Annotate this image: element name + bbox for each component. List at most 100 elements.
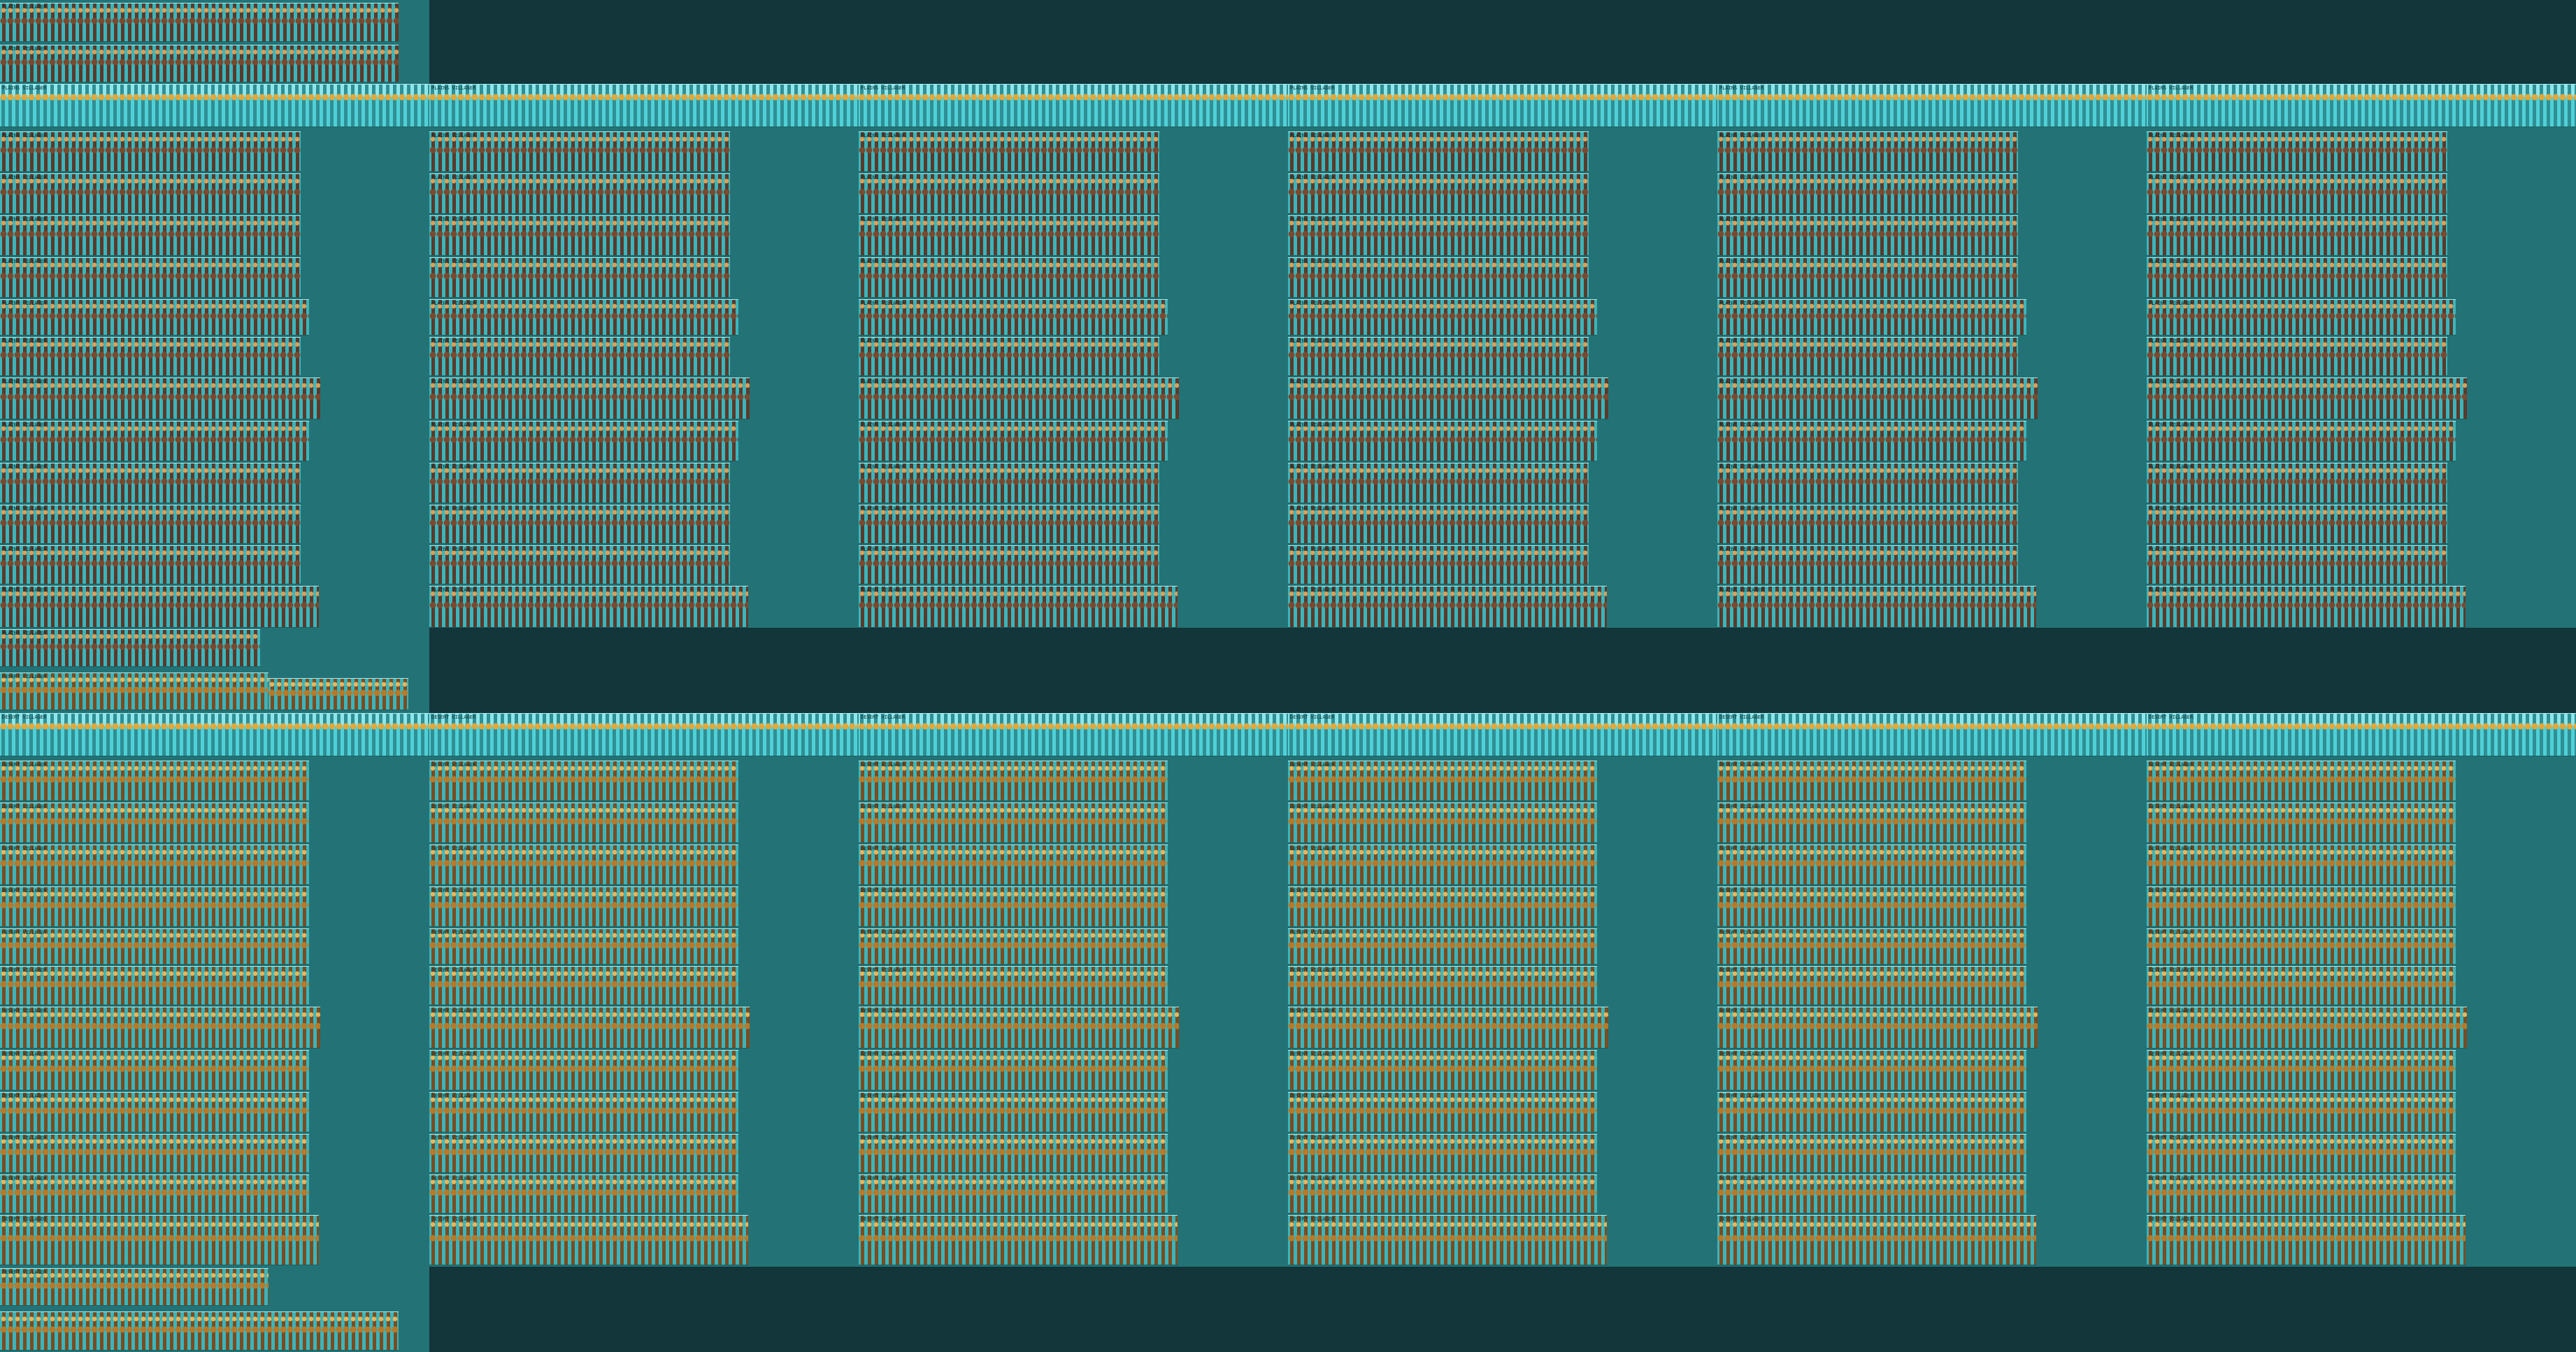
strip-label: PLAINS VILLAGER: [431, 338, 476, 344]
sprite-strip: DESERT VILLAGER: [0, 928, 309, 965]
sprite-strip: DESERT VILLAGER: [0, 1092, 309, 1132]
sprite-strip: DESERT VILLAGER: [2147, 1174, 2456, 1214]
strip-label: DESERT VILLAGER: [861, 846, 906, 851]
strip-label: DESERT VILLAGER: [1290, 1008, 1335, 1014]
strip-label: PLAINS VILLAGER: [861, 133, 906, 138]
sprite-strip: DESERT VILLAGER: [859, 1092, 1168, 1132]
strip-label: PLAINS VILLAGER: [2, 631, 47, 636]
sprite-strip: DESERT VILLAGER: [1717, 1092, 2026, 1132]
sprite-strip: PLAINS VILLAGER: [1717, 421, 2026, 461]
header-strip: PLAINS VILLAGER: [1288, 84, 1717, 127]
strip-label: DESERT VILLAGER: [431, 1176, 476, 1181]
strip-label: DESERT VILLAGER: [2149, 930, 2194, 935]
strip-label: DESERT VILLAGER: [861, 1135, 906, 1141]
header-strip: DESERT VILLAGER: [429, 713, 859, 756]
sprite-strip: PLAINS VILLAGER: [859, 505, 1159, 544]
sprite-strip: PLAINS VILLAGER: [0, 257, 301, 298]
strip-label: PLAINS VILLAGER: [1719, 506, 1764, 512]
strip-label: DESERT VILLAGER: [1719, 762, 1764, 768]
strip-label: PLAINS VILLAGER: [1290, 422, 1335, 428]
strip-label: PLAINS VILLAGER: [1290, 506, 1335, 512]
sprite-strip: PLAINS VILLAGER: [1717, 337, 2018, 376]
strip-label: DESERT VILLAGER: [431, 1051, 476, 1057]
sprite-strip: PLAINS VILLAGER: [1717, 257, 2018, 298]
strip-label: DESERT VILLAGER: [431, 930, 476, 935]
sprite-strip: PLAINS VILLAGER: [0, 377, 320, 419]
sprite-strip: PLAINS VILLAGER: [1288, 299, 1597, 336]
strip-label: PLAINS VILLAGER: [1719, 464, 1764, 470]
strip-label: PLAINS VILLAGER: [1290, 547, 1335, 552]
strip-label: DESERT VILLAGER: [861, 888, 906, 893]
sprite-strip: PLAINS VILLAGER: [859, 131, 1159, 172]
sprite-strip: DESERT VILLAGER: [1717, 761, 2026, 801]
sprite-strip: DESERT VILLAGER: [0, 1007, 320, 1049]
strip-label: DESERT VILLAGER: [1290, 762, 1335, 768]
sprite-strip: DESERT VILLAGER: [859, 886, 1168, 927]
strip-label: PLAINS VILLAGER: [2, 217, 47, 222]
strip-label: DESERT VILLAGER: [1290, 888, 1335, 893]
strip-label: DESERT VILLAGER: [861, 762, 906, 768]
sprite-strip: DESERT VILLAGER: [1288, 761, 1597, 801]
strip-label: PLAINS VILLAGER: [2, 133, 47, 138]
sprite-strip: PLAINS VILLAGER: [2147, 586, 2466, 628]
strip-label: PLAINS VILLAGER: [861, 422, 906, 428]
strip-label: PLAINS VILLAGER: [2149, 506, 2194, 512]
strip-label: DESERT VILLAGER: [431, 1135, 476, 1141]
sprite-strip: DESERT VILLAGER: [1288, 1050, 1597, 1091]
sprite-strip: PLAINS VILLAGER: [1717, 505, 2018, 544]
sprite-strip: DESERT VILLAGER: [0, 966, 309, 1005]
sprite-strip: PLAINS VILLAGER: [2147, 299, 2456, 336]
sprite-strip: PLAINS VILLAGER: [429, 421, 738, 461]
sprite-strip: DESERT VILLAGER: [859, 1050, 1168, 1091]
sprite-strip: DESERT VILLAGER: [0, 1174, 309, 1214]
sprite-strip: DESERT VILLAGER: [2147, 803, 2456, 843]
strip-label: DESERT VILLAGER: [431, 1008, 476, 1014]
sprite-strip: PLAINS VILLAGER: [2147, 505, 2447, 544]
strip-label: DESERT VILLAGER: [1719, 930, 1764, 935]
strip-label: DESERT VILLAGER: [861, 1093, 906, 1099]
strip-label: DESERT VILLAGER: [1290, 930, 1335, 935]
strip-label: PLAINS VILLAGER: [2, 547, 47, 552]
strip-label: PLAINS VILLAGER: [861, 175, 906, 180]
sprite-strip: DESERT VILLAGER: [2147, 928, 2456, 965]
sprite-strip: DESERT VILLAGER: [859, 928, 1168, 965]
strip-label: DESERT VILLAGER: [2149, 888, 2194, 893]
sprite-strip: DESERT VILLAGER: [859, 1215, 1178, 1265]
strip-label: PLAINS VILLAGER: [861, 506, 906, 512]
sprite-strip: [269, 678, 408, 710]
sprite-strip: PLAINS VILLAGER: [429, 173, 730, 214]
strip-label: PLAINS VILLAGER: [861, 301, 906, 306]
header-strip: PLAINS VILLAGER: [859, 84, 1288, 127]
strip-label: DESERT VILLAGER: [2, 888, 47, 893]
sprite-strip: PLAINS VILLAGER: [2147, 421, 2456, 461]
sprite-strip: DESERT VILLAGER: [429, 803, 738, 843]
sprite-strip: DESERT VILLAGER: [1288, 1134, 1597, 1173]
strip-label: DESERT VILLAGER: [2, 1093, 47, 1099]
strip-label: PLAINS VILLAGER: [861, 547, 906, 552]
sprite-strip: PLAINS VILLAGER: [429, 377, 750, 419]
strip-label: DESERT VILLAGER: [2, 1216, 47, 1222]
sprite-strip: DESERT VILLAGER: [1288, 928, 1597, 965]
sprite-strip: PLAINS VILLAGER: [2147, 377, 2467, 419]
strip-label: DESERT VILLAGER: [1290, 804, 1335, 810]
strip-label: PLAINS VILLAGER: [2, 379, 47, 384]
column-header: PLAINS VILLAGER: [1719, 85, 1764, 91]
sprite-strip: PLAINS VILLAGER: [429, 131, 730, 172]
sprite-strip: PLAINS VILLAGER: [429, 586, 748, 628]
sprite-strip: DESERT VILLAGER: [1717, 1134, 2026, 1173]
header-strip: PLAINS VILLAGER: [0, 84, 429, 127]
strip-label: PLAINS VILLAGER: [861, 379, 906, 384]
strip-label: PLAINS VILLAGER: [2, 259, 47, 264]
strip-label: PLAINS VILLAGER: [1719, 547, 1764, 552]
strip-label: DESERT VILLAGER: [1719, 1135, 1764, 1141]
strip-label: DESERT VILLAGER: [1719, 888, 1764, 893]
sprite-strip: DESERT VILLAGER: [1717, 1215, 2036, 1265]
strip-label: PLAINS VILLAGER: [1290, 259, 1335, 264]
column-header: DESERT VILLAGER: [2149, 714, 2194, 720]
sprite-strip: DESERT VILLAGER: [2147, 966, 2456, 1005]
strip-label: DESERT VILLAGER: [431, 888, 476, 893]
sprite-strip: DESERT VILLAGER: [429, 886, 738, 927]
sprite-strip: DESERT VILLAGER: [1717, 1174, 2026, 1214]
strip-label: PLAINS VILLAGER: [2149, 547, 2194, 552]
sprite-strip: DESERT VILLAGER: [0, 1268, 269, 1306]
